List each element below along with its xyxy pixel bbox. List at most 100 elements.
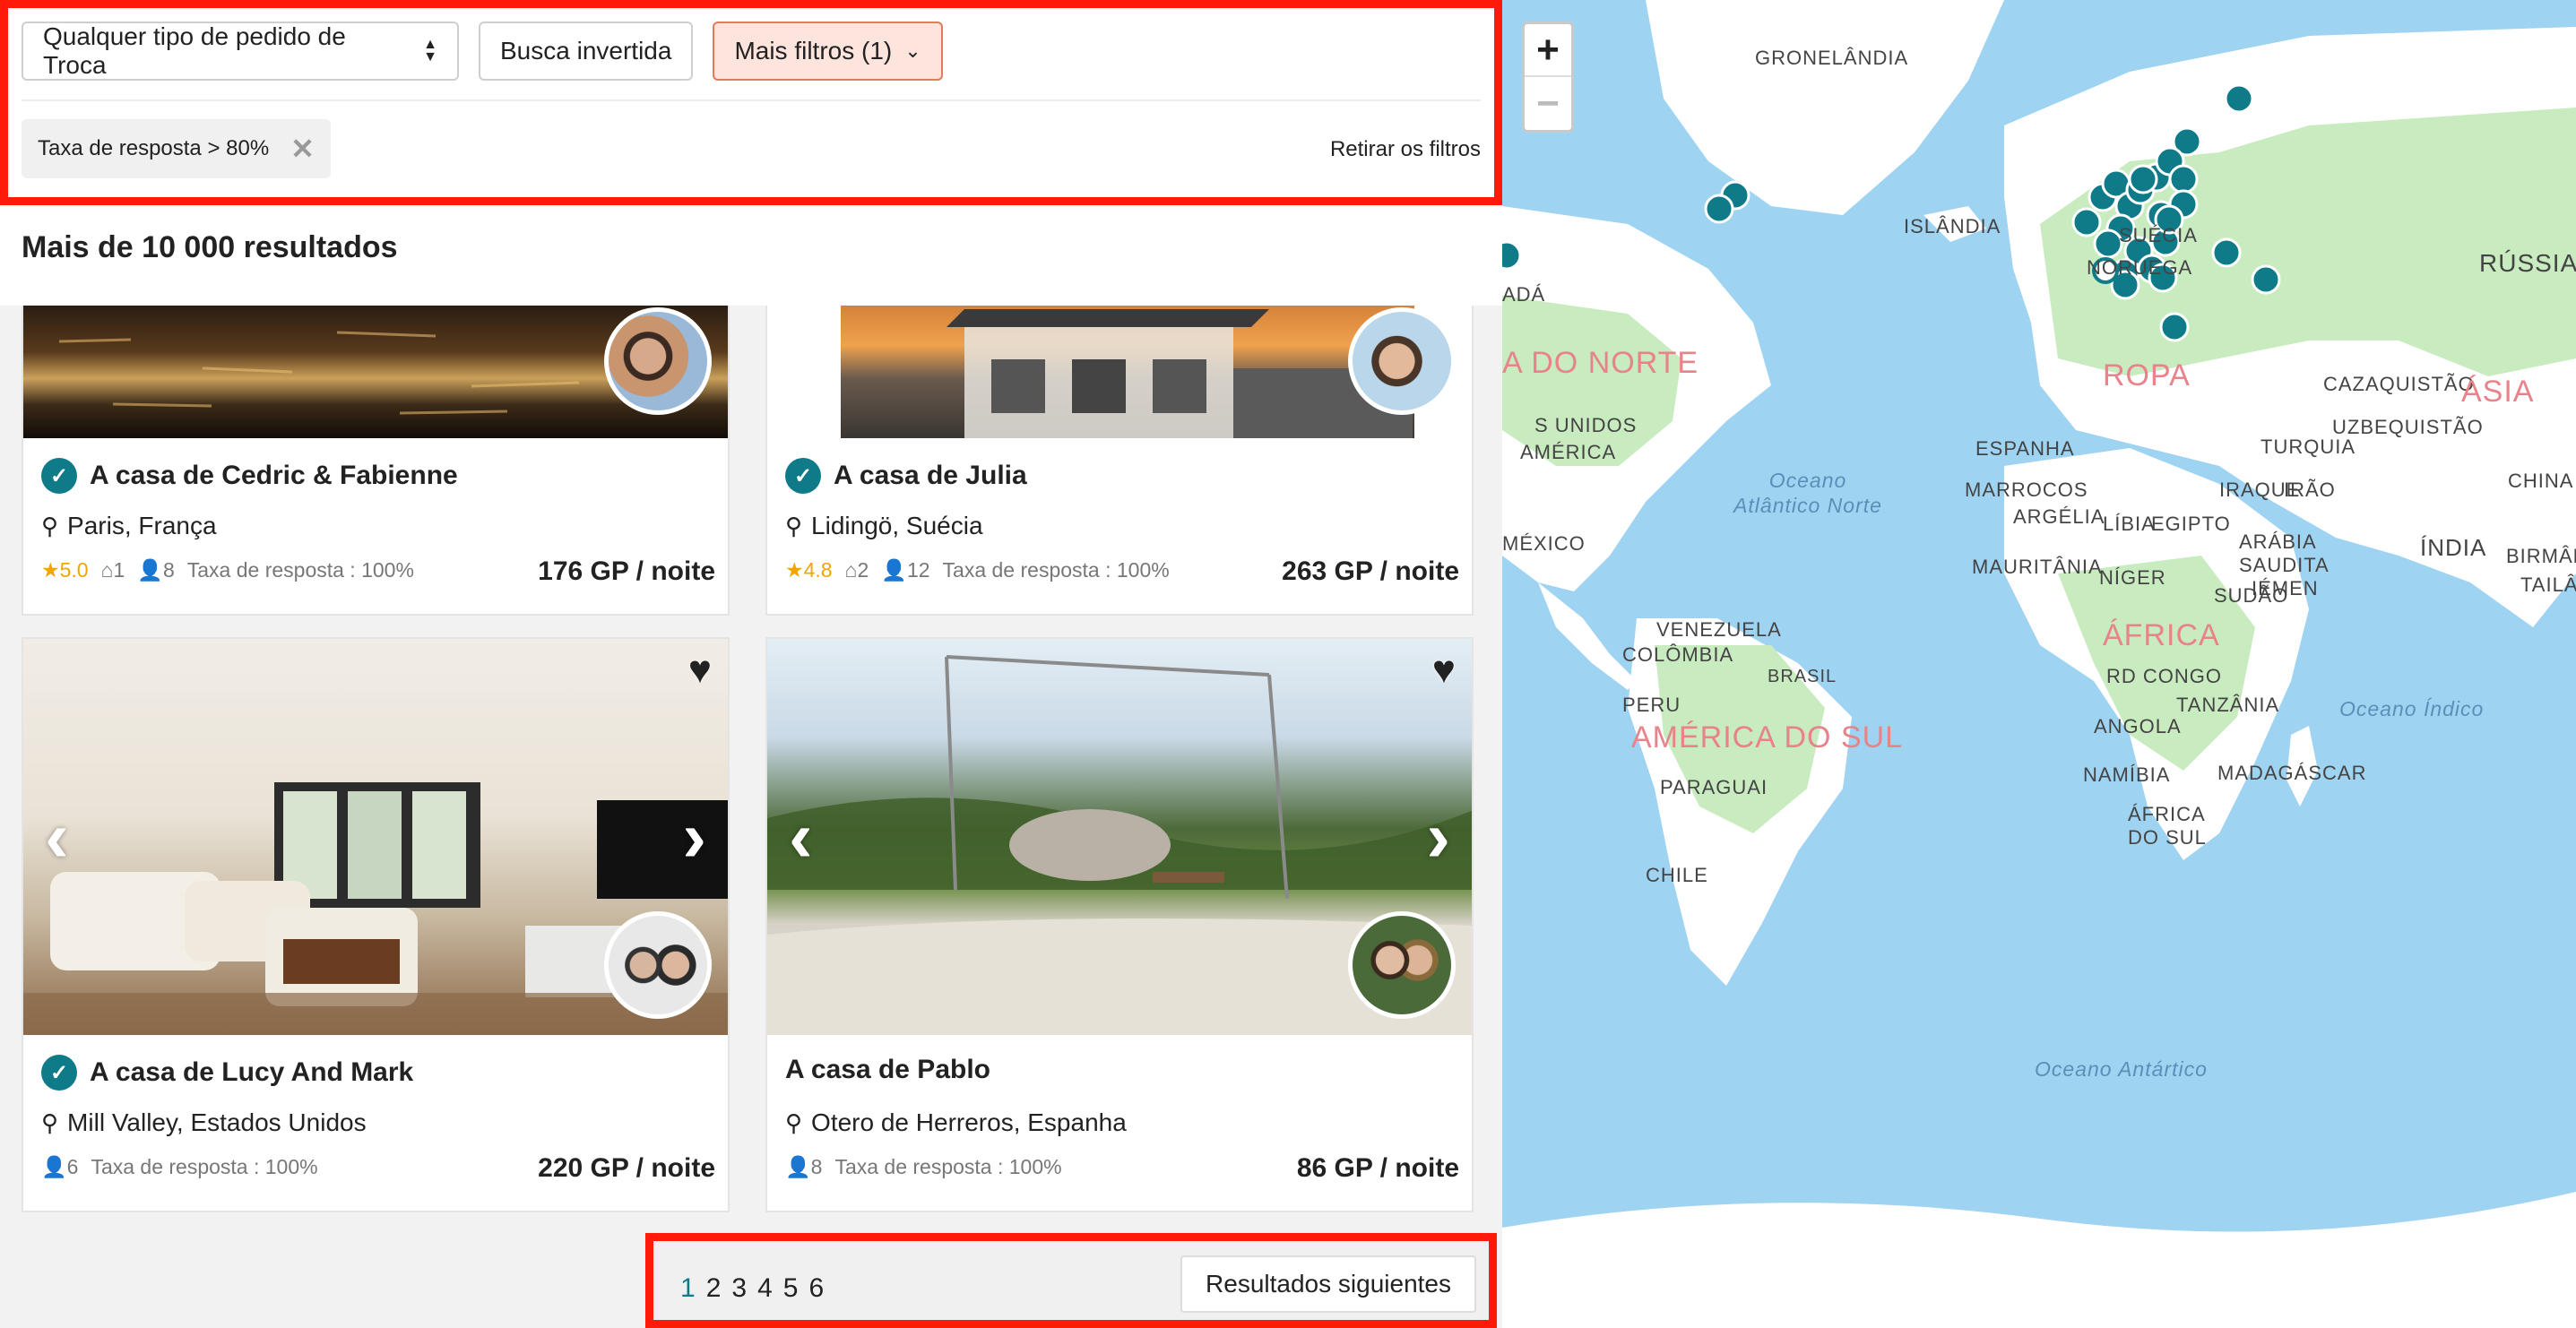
star-icon: ★4.8	[785, 558, 833, 582]
chip-label: Taxa de resposta > 80%	[38, 136, 270, 160]
map-label: TAILÂN	[2520, 573, 2576, 596]
map-label: RÚSSIA	[2479, 249, 2576, 277]
map-label: ÁFRICA	[2103, 618, 2220, 652]
guests-icon: 👤8	[785, 1155, 823, 1178]
page-link[interactable]: 1	[680, 1273, 696, 1304]
results-panel: Qualquer tipo de pedido de Troca ▲ ▼ Busc…	[0, 0, 1502, 1328]
listing-location: Lidingö, Suécia	[811, 512, 983, 539]
map-label: NÍGER	[2099, 566, 2166, 589]
exchange-type-select[interactable]: Qualquer tipo de pedido de Troca ▲ ▼	[22, 22, 459, 81]
host-avatar[interactable]	[604, 911, 712, 1019]
guests-icon: 👤8	[137, 558, 175, 582]
map-label: ÁSIA	[2461, 375, 2535, 409]
host-avatar[interactable]	[604, 307, 712, 415]
clear-filters-link[interactable]: Retirar os filtros	[1330, 137, 1481, 162]
results-header: Mais de 10 000 resultados	[0, 205, 1502, 306]
map-label: TURQUIA	[2260, 435, 2356, 458]
chevron-left-icon[interactable]: ‹	[789, 796, 813, 878]
map-label: CHILE	[1646, 864, 1708, 886]
listing-price: 176 GP / noite	[538, 556, 715, 586]
listing-grid: ✓ A casa de Cedric & Fabienne ⚲ Paris, F…	[0, 306, 1502, 1328]
page-link[interactable]: 3	[731, 1273, 747, 1304]
location-pin-icon: ⚲	[41, 512, 59, 539]
listing-photo[interactable]: ♥ ‹ ›	[23, 639, 728, 1035]
map-label: MÉXICO	[1502, 532, 1586, 555]
zoom-control: + −	[1522, 22, 1574, 133]
listing-rooms: 2	[857, 558, 869, 582]
star-icon: ★5.0	[41, 558, 89, 582]
favorite-heart-icon[interactable]: ♥	[1432, 648, 1456, 693]
listing-rating: 4.8	[803, 558, 833, 582]
map-label: CHINA	[2508, 470, 2574, 492]
page-link[interactable]: 5	[783, 1273, 799, 1304]
listing-location: Paris, França	[67, 512, 217, 539]
results-count: Mais de 10 000 resultados	[22, 230, 398, 264]
map-label: MARROCOS	[1965, 479, 2088, 501]
map-label: NORUEGA	[2087, 256, 2193, 279]
listing-rating: 5.0	[59, 558, 89, 582]
listing-card[interactable]: ✓ A casa de Cedric & Fabienne ⚲ Paris, F…	[22, 306, 730, 616]
zoom-in-button[interactable]: +	[1525, 24, 1571, 77]
listing-photo[interactable]	[767, 306, 1472, 438]
zoom-out-button[interactable]: −	[1525, 77, 1571, 130]
pagination: 1 2 3 4 5 6 Resultados siguientes	[645, 1233, 1497, 1328]
map-panel[interactable]: + − GRONELÂNDIA ISLÂNDIA SUÉCIA NORUEGA …	[1502, 0, 2576, 1328]
listing-title[interactable]: A casa de Pablo	[785, 1055, 990, 1085]
favorite-heart-icon[interactable]: ♥	[688, 648, 712, 693]
verified-check-icon: ✓	[41, 458, 77, 494]
map-label: LÍBIA	[2103, 513, 2156, 535]
map-label: GRONELÂNDIA	[1755, 47, 1909, 69]
response-rate: Taxa de resposta : 100%	[186, 558, 414, 582]
map-label: ESPANHA	[1975, 437, 2075, 460]
page-link[interactable]: 4	[757, 1273, 773, 1304]
reverse-search-button[interactable]: Busca invertida	[479, 22, 694, 81]
listing-title[interactable]: A casa de Lucy And Mark	[90, 1057, 413, 1088]
map-label: BRASIL	[1768, 667, 1837, 686]
chevron-right-icon[interactable]: ›	[1426, 796, 1450, 878]
listing-price: 220 GP / noite	[538, 1153, 715, 1183]
host-avatar[interactable]	[1348, 911, 1456, 1019]
listing-price: 86 GP / noite	[1296, 1153, 1459, 1183]
map-label: MADAGÁSCAR	[2217, 762, 2367, 784]
chevron-left-icon[interactable]: ‹	[45, 796, 69, 878]
map-label: Oceano Índico	[2339, 697, 2485, 720]
guests-icon: 👤12	[881, 558, 930, 582]
active-filter-chip[interactable]: Taxa de resposta > 80% ✕	[22, 119, 331, 178]
close-icon[interactable]: ✕	[290, 132, 315, 166]
more-filters-label: Mais filtros (1)	[734, 37, 893, 65]
listing-guests: 8	[162, 558, 175, 582]
listing-card[interactable]: ✓ A casa de Julia ⚲ Lidingö, Suécia ★4.8…	[765, 306, 1474, 616]
map-label: ISLÂNDIA	[1904, 215, 2001, 237]
map-label: MAURITÂNIA	[1972, 556, 2103, 578]
response-rate: Taxa de resposta : 100%	[834, 1155, 1062, 1178]
map-label: PERU	[1622, 694, 1681, 716]
map-label: RD CONGO	[2106, 665, 2222, 687]
filter-divider	[22, 99, 1481, 101]
map-label: SUÉCIA	[2119, 224, 2198, 246]
map-label: ÍNDIA	[2420, 534, 2487, 561]
map-label: AMÉRICA DO SUL	[1631, 720, 1904, 755]
listing-title[interactable]: A casa de Julia	[834, 461, 1027, 491]
map-label: EGIPTO	[2151, 513, 2231, 535]
page-link[interactable]: 2	[706, 1273, 722, 1304]
listing-title[interactable]: A casa de Cedric & Fabienne	[90, 461, 458, 491]
listing-photo[interactable]	[23, 306, 728, 438]
listing-card[interactable]: ♥ ‹ › ✓ A casa de Lucy And Mark ⚲ Mill V…	[22, 637, 730, 1212]
map-label: Oceano Antártico	[2035, 1057, 2208, 1081]
next-results-button[interactable]: Resultados siguientes	[1180, 1255, 1476, 1313]
map-label: A DO NORTE	[1502, 346, 1699, 380]
guests-icon: 👤6	[41, 1155, 79, 1178]
chevron-down-icon: ⌄	[904, 39, 921, 62]
rooms-icon: ⌂1	[100, 558, 125, 582]
host-avatar[interactable]	[1348, 307, 1456, 415]
map-label: ROPA	[2103, 358, 2191, 392]
listing-location: Otero de Herreros, Espanha	[811, 1108, 1127, 1136]
listing-photo[interactable]: ♥ ‹ ›	[767, 639, 1472, 1035]
map-label: ARÁBIA SAUDITA	[2239, 530, 2330, 576]
chevron-right-icon[interactable]: ›	[682, 796, 706, 878]
map-label: ÁFRICA DO SUL	[2128, 803, 2207, 849]
map-label: ARGÉLIA	[2013, 505, 2105, 528]
listing-card[interactable]: ♥ ‹ › A casa de Pablo ⚲ Otero de Herrero…	[765, 637, 1474, 1212]
page-link[interactable]: 6	[808, 1273, 824, 1304]
more-filters-button[interactable]: Mais filtros (1) ⌄	[713, 22, 943, 81]
